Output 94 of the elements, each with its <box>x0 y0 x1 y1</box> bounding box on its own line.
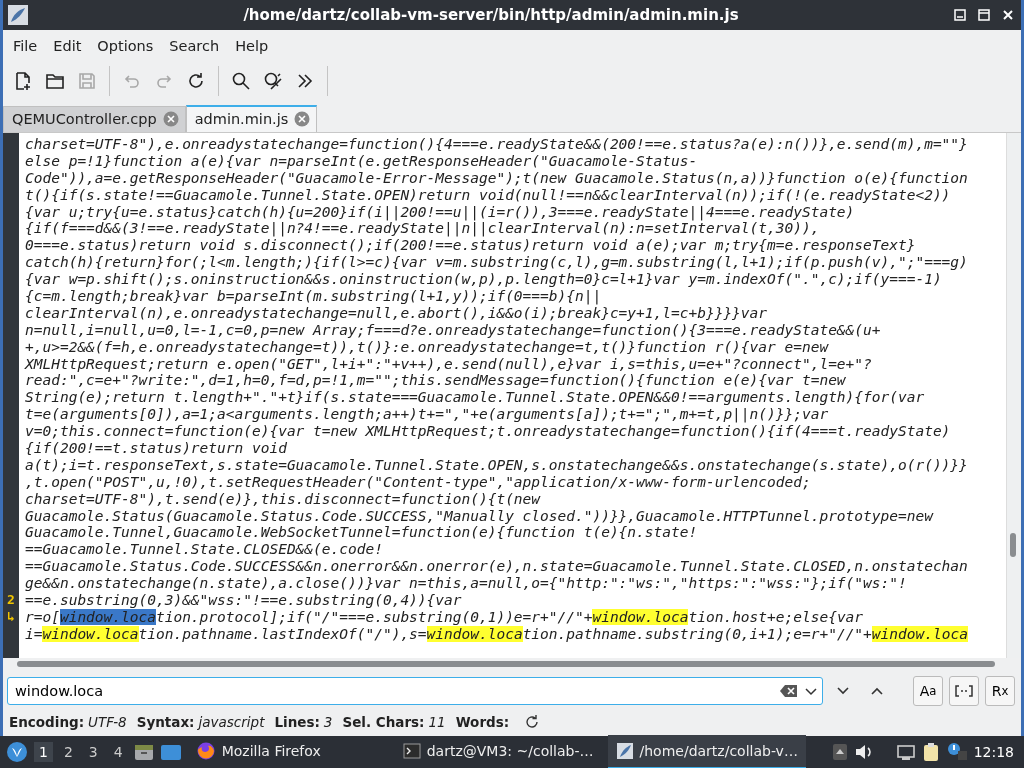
code-line: else p=!1}function a(e){var n=parseInt(e.getResponseHeader("Guacamole-Status- <box>25 152 698 169</box>
status-label: Syntax: <box>136 714 195 730</box>
search-match: window.loca <box>426 625 523 642</box>
taskbar-task[interactable]: Mozilla Firefox <box>187 735 329 768</box>
code-line: ,t.open("POST",u,!0),t.setRequestHeader("Content-type","application/x-www-form-urlencoded; <box>25 473 811 490</box>
code-line: a(t);i=t.responseText,s.state=Guacamole.Tunnel.State.OPEN,s.onstatechange&&s.onstatechange(s.state),o(r())}} <box>25 456 968 473</box>
code-line: +,u>=2&&(f=h,e.onreadystatechange=t)),t()}:e.onreadystatechange=t,t()}function r(){var e=new <box>25 338 829 355</box>
search-icon <box>231 71 251 91</box>
code-line: XMLHttpRequest;return e.open("GET",l+i+":"+v++),e.send(null),e}var i,s=this,u=e+"?connect",l=e+"? <box>25 355 872 372</box>
line-marker: 2 <box>7 592 15 608</box>
code-line: String(e);return t.length+"."+t}if(s.state===Guacamole.Tunnel.State.OPEN&&0!==arguments.length){for(var <box>25 389 925 406</box>
folder-icon <box>45 71 65 91</box>
minimize-icon[interactable] <box>953 8 967 22</box>
app-icon <box>7 4 29 26</box>
code-line: {var w=p.shift();s.oninstruction&&s.oninstruction(w,p),p.length=0}c=l+1}var y=m.indexOf(".",c);if(y===-1) <box>25 271 942 288</box>
status-value: javascript <box>198 714 265 730</box>
code-line: charset=UTF-8"),t.send(e)},this.disconnect=function(){t(new <box>25 490 541 507</box>
code-line: {if(f===d&&(3!==e.readyState||n?4!==e.readyState||n||clearInterval(n):n=setInterval(t,30)), <box>25 220 820 237</box>
taskbar-task[interactable]: dartz@VM3: ~/collab-… <box>394 735 602 768</box>
code-line: {if(200!==t.status)return void <box>25 440 287 457</box>
terminal-icon <box>402 742 421 760</box>
code-text: r=o[ <box>25 608 60 625</box>
code-line: clearInterval(n),e.onreadystatechange=null,e.abort(),i&&o(i);break}c=y+1,l=c+b}}}}var <box>25 304 768 321</box>
code-line: catch(h){return}for(;l<m.length;){if(l>=c){var v=m.substring(c,l),g=m.substring(l,l+1);if(p.push(v),";"===g) <box>25 254 968 271</box>
code-line: {c=m.length;break}var b=parseInt(m.substring(l+1,y));if(0===b){n|| <box>25 288 602 304</box>
horizontal-scrollbar[interactable] <box>17 661 995 667</box>
code-line: {var u;try{u=e.status}catch(h){u=200}if(i||200!==u||(i=r()),3===e.readyState||4===e.readyState) <box>25 203 855 220</box>
code-line: t(){if(s.state!==Guacamole.Tunnel.State.OPEN)return void(null!==n&&clearInterval(n));if(!(e.readyState<2)) <box>25 186 951 203</box>
clipboard-icon <box>921 742 940 762</box>
code-text: i= <box>25 625 43 642</box>
feather-icon <box>615 742 634 760</box>
code-line: charset=UTF-8"),e.onreadystatechange=function(){4===e.readyState&&(200!==e.status?a(e):n())},e.send(m),m=""} <box>25 136 968 152</box>
workspace-button[interactable]: 2 <box>58 742 78 762</box>
clear-icon <box>780 684 798 698</box>
search-match: window.loca <box>592 608 689 625</box>
menu-item[interactable]: Help <box>229 36 275 56</box>
status-label: Encoding: <box>9 714 85 730</box>
workspace-button[interactable]: 3 <box>83 742 103 762</box>
code-line: ==Guacamole.Tunnel.State.CLOSED&&(e.code! <box>25 541 383 558</box>
line-marker: ↳ <box>7 608 15 624</box>
code-line: v=0;this.connect=function(e){var t=new XMLHttpRequest;t.onreadystatechange=function(){if(4===t.readyState) <box>25 423 951 440</box>
file-tab[interactable]: admin.min.js <box>185 105 318 132</box>
file-tab[interactable]: QEMUController.cpp <box>3 106 186 132</box>
menu-item[interactable]: Options <box>91 36 160 56</box>
file-manager-icon <box>133 743 154 761</box>
close-icon[interactable] <box>1001 8 1015 22</box>
code-text: tion.protocol];if("/"===e.substring(0,1))e=r+"//"+ <box>155 608 593 625</box>
menu-item[interactable]: Search <box>163 36 226 56</box>
code-line: ==e.substring(0,3)&&"wss:"!==e.substring(0,4)){var <box>25 592 462 609</box>
scrollbar-thumb[interactable] <box>1010 533 1016 557</box>
code-line: ge&&n.onstatechange(n.state),a.close())}var n=this,a=null,o={"http:":"ws:","https:":"wss:"};if("ws:"! <box>25 575 907 592</box>
status-value: UTF-8 <box>88 714 127 730</box>
volume-icon <box>853 743 874 761</box>
menu-item[interactable]: Edit <box>47 36 88 56</box>
code-line: ==Guacamole.Status.Code.SUCCESS&&n.onerror&&n.onerror(e),n.state=Guacamole.Tunnel.State.CLOSED,n.onstatechan <box>25 558 968 575</box>
window-title: /home/dartz/collab-vm-server/bin/http/admin/admin.min.js <box>242 6 740 24</box>
workspace-button[interactable]: 4 <box>108 742 128 762</box>
tray-up-icon <box>831 743 848 761</box>
search-field[interactable]: window.loca <box>7 677 823 705</box>
browser-icon <box>195 741 216 761</box>
search-match: window.loca <box>871 625 968 642</box>
reload-icon <box>186 71 206 91</box>
menu-item[interactable]: File <box>7 36 44 56</box>
code-line: Guacamole.Status(Guacamole.Status.Code.SUCCESS,"Manually closed."))}},Guacamole.HTTPTunnel.prototype=new <box>25 507 933 524</box>
whole-word-button[interactable] <box>949 676 979 706</box>
brackets-icon <box>955 685 973 697</box>
start-menu-icon <box>6 741 28 763</box>
status-value: 11 <box>428 714 446 730</box>
window-icon <box>159 743 182 761</box>
network-icon <box>895 743 916 761</box>
status-label: Words: <box>455 714 510 730</box>
code-text: tion.pathname.lastIndexOf("/"),s= <box>138 625 427 642</box>
code-line: Code")),a=e.getResponseHeader("Guacamole-Error-Message");t(new Guacamole.Status(n,a))}function o(e){function <box>25 169 968 186</box>
new-file-icon <box>13 71 33 91</box>
workspace-button[interactable]: 1 <box>34 742 53 762</box>
save-icon <box>77 71 97 91</box>
status-label: Lines: <box>274 714 320 730</box>
search-match: window.loca <box>59 608 156 625</box>
code-line: t=e(arguments[0]),a=1;a<arguments.length;a++)t+=","+e(arguments[a]);t+=";",m+=t,p||n()}};var <box>25 406 829 423</box>
code-line: Guacamole.Tunnel,Guacamole.WebSocketTunnel=function(e){function t(e){n.state! <box>25 524 698 541</box>
notification-icon <box>945 742 968 762</box>
code-line: read:",c=e+"?write:",d=1,h=0,f=d,p=!1,m="";this.sendMessage=function(){function e(e){var t=new <box>25 372 846 389</box>
code-text: tion.pathname.substring(0,i+1);e=r+"//"+ <box>522 625 872 642</box>
clock: 12:18 <box>973 744 1015 760</box>
status-value: 3 <box>323 714 333 730</box>
code-line: 0===e.status)return void s.disconnect();if(200!==e.status)return void a(e);var m;try{m=e.responseText} <box>25 237 916 254</box>
taskbar-task[interactable]: /home/dartz/collab-v… <box>607 735 806 768</box>
search-match: window.loca <box>42 625 139 642</box>
search-replace-icon <box>263 71 283 91</box>
maximize-icon[interactable] <box>977 8 991 22</box>
code-text: tion.host+e;else{var <box>688 608 864 625</box>
refresh-icon <box>525 715 540 729</box>
code-line: n=null,i=null,u=0,l=-1,c=0,p=new Array;f===d?e.onreadystatechange=function(){3===e.readyState&&(u+ <box>25 321 881 338</box>
status-label: Sel. Chars: <box>342 714 425 730</box>
